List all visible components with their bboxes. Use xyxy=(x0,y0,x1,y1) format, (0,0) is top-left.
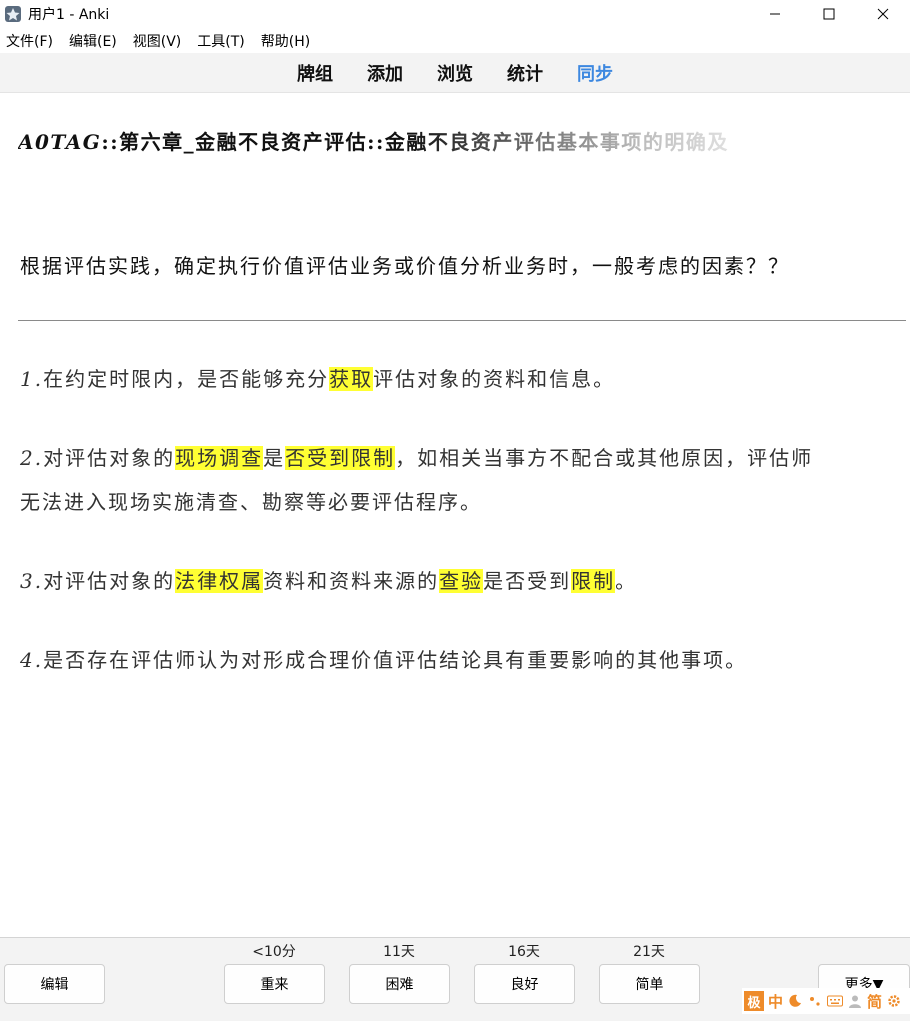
user-icon[interactable] xyxy=(847,993,863,1009)
minimize-button[interactable] xyxy=(748,0,802,28)
menu-help[interactable]: 帮助(H) xyxy=(255,31,316,51)
toolbar-add[interactable]: 添加 xyxy=(367,60,403,86)
card-question: 根据评估实践，确定执行价值评估业务或价值分析业务时，一般考虑的因素？？ xyxy=(20,254,790,278)
answer-text: 无法进入现场实施清查、勘察等必要评估程序。 xyxy=(20,490,482,514)
easy-interval: 21天 xyxy=(633,944,665,960)
answer-text: 是 xyxy=(263,446,286,470)
close-icon xyxy=(877,8,889,20)
main-toolbar: 牌组 添加 浏览 统计 同步 xyxy=(0,53,910,93)
toolbar-sync[interactable]: 同步 xyxy=(577,60,613,86)
answer-text: 是否受到 xyxy=(483,569,572,593)
answer-text: 资料和资料来源的 xyxy=(263,569,440,593)
ime-mode-toggle[interactable]: 中 xyxy=(768,991,783,1012)
minimize-icon xyxy=(770,13,780,15)
highlighted-text: 限制 xyxy=(571,569,616,593)
toolbar-stats[interactable]: 统计 xyxy=(507,60,543,86)
highlighted-text: 查验 xyxy=(439,569,484,593)
answer-text: 4. xyxy=(20,648,44,672)
answer-text: 3. xyxy=(20,569,44,593)
good-button[interactable]: 良好 xyxy=(474,964,575,1004)
hard-interval: 11天 xyxy=(383,944,415,960)
deck-path-rest: ::第六章_金融不良资产评估::金融不良资产评估基本事项的明确及 xyxy=(101,130,729,154)
answer-item: 2.对评估对象的现场调查是否受到限制，如相关当事方不配合或其他原因，评估师无法进… xyxy=(20,436,910,524)
answer-item: 1.在约定时限内，是否能够充分获取评估对象的资料和信息。 xyxy=(20,357,910,401)
menu-tools[interactable]: 工具(T) xyxy=(191,31,250,51)
ime-toolbar: 极 中 简 xyxy=(742,988,910,1014)
answer-text: 是否存在评估师认为对形成合理价值评估结论具有重要影响的其他事项。 xyxy=(43,648,748,672)
deck-path: A0TAG::第六章_金融不良资产评估::金融不良资产评估基本事项的明确及 xyxy=(18,126,729,155)
answer-item: 3.对评估对象的法律权属资料和资料来源的查验是否受到限制。 xyxy=(20,559,910,603)
menu-view[interactable]: 视图(V) xyxy=(127,31,188,51)
anki-app-icon xyxy=(5,6,21,22)
menu-file[interactable]: 文件(F) xyxy=(0,31,59,51)
answer-item: 4.是否存在评估师认为对形成合理价值评估结论具有重要影响的其他事项。 xyxy=(20,638,910,682)
maximize-icon xyxy=(823,8,835,20)
deck-tag: A0TAG xyxy=(18,130,102,154)
window-title: 用户1 - Anki xyxy=(28,7,110,23)
highlighted-text: 否受到限制 xyxy=(285,446,396,470)
gear-icon[interactable] xyxy=(886,993,902,1009)
title-bar: 用户1 - Anki xyxy=(0,0,910,28)
answer-text: 2. xyxy=(20,446,44,470)
highlighted-text: 现场调查 xyxy=(175,446,264,470)
easy-button[interactable]: 简单 xyxy=(599,964,700,1004)
answer-text: 评估对象的资料和信息。 xyxy=(373,367,616,391)
answer-divider xyxy=(18,320,906,321)
ime-simplified-toggle[interactable]: 简 xyxy=(867,991,882,1012)
menu-bar: 文件(F) 编辑(E) 视图(V) 工具(T) 帮助(H) xyxy=(0,30,910,52)
edit-button[interactable]: 编辑 xyxy=(4,964,105,1004)
punctuation-icon[interactable] xyxy=(807,993,823,1009)
answer-text: 对评估对象的 xyxy=(43,446,176,470)
card-answers: 1.在约定时限内，是否能够充分获取评估对象的资料和信息。 2.对评估对象的现场调查… xyxy=(20,357,910,717)
answer-text: 1. xyxy=(20,367,44,391)
keyboard-icon[interactable] xyxy=(827,993,844,1009)
highlighted-text: 获取 xyxy=(329,367,374,391)
menu-edit[interactable]: 编辑(E) xyxy=(63,31,123,51)
again-interval: <10分 xyxy=(252,944,296,960)
close-button[interactable] xyxy=(856,0,910,28)
card-view: A0TAG::第六章_金融不良资产评估::金融不良资产评估基本事项的明确及 根据… xyxy=(0,93,910,936)
hard-button[interactable]: 困难 xyxy=(349,964,450,1004)
moon-icon[interactable] xyxy=(787,993,803,1009)
maximize-button[interactable] xyxy=(802,0,856,28)
toolbar-decks[interactable]: 牌组 xyxy=(297,60,333,86)
answer-text: 对评估对象的 xyxy=(43,569,176,593)
answer-text: 。 xyxy=(615,569,638,593)
answer-text: 在约定时限内，是否能够充分 xyxy=(43,367,330,391)
ime-logo[interactable]: 极 xyxy=(744,991,764,1011)
toolbar-browse[interactable]: 浏览 xyxy=(437,60,473,86)
again-button[interactable]: 重来 xyxy=(224,964,325,1004)
good-interval: 16天 xyxy=(508,944,540,960)
highlighted-text: 法律权属 xyxy=(175,569,264,593)
answer-text: ，如相关当事方不配合或其他原因，评估师 xyxy=(395,446,814,470)
